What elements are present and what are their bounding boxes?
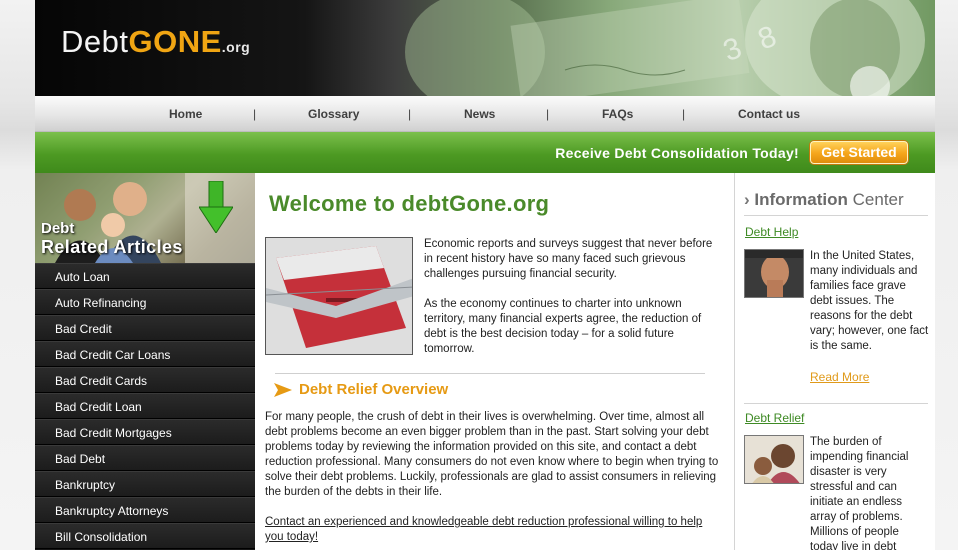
debt-relief-text: The burden of impending financial disast… bbox=[810, 436, 909, 550]
read-more-link[interactable]: Read More bbox=[810, 370, 869, 384]
contact-professional-link[interactable]: Contact an experienced and knowledgeable… bbox=[265, 515, 723, 545]
section-divider bbox=[275, 373, 705, 374]
sidebar-item-bad-credit-mortgages[interactable]: Bad Credit Mortgages bbox=[35, 419, 255, 445]
sidebar-item-bill-consolidation[interactable]: Bill Consolidation bbox=[35, 523, 255, 549]
sidebar-title-line1: Debt bbox=[41, 220, 75, 237]
sidebar-item-bad-debt[interactable]: Bad Debt bbox=[35, 445, 255, 471]
sidebar-item-auto-refinancing[interactable]: Auto Refinancing bbox=[35, 289, 255, 315]
site-logo[interactable]: DebtGONE.org bbox=[61, 24, 250, 60]
debt-help-link[interactable]: Debt Help bbox=[745, 225, 798, 239]
money-banner-image: 3 8 bbox=[405, 0, 925, 96]
nav-separator: | bbox=[546, 107, 550, 121]
down-arrow-icon bbox=[199, 181, 233, 233]
nav-contact-us[interactable]: Contact us bbox=[738, 107, 800, 121]
information-center: › Information Center Debt Help In the Un… bbox=[736, 173, 935, 550]
intro-paragraph-2: As the economy continues to charter into… bbox=[424, 298, 702, 355]
family-photo-banner: Debt Related Articles bbox=[35, 173, 255, 263]
credit-card-cut-image bbox=[265, 237, 413, 355]
information-center-title: › Information Center bbox=[744, 190, 904, 210]
nav-separator: | bbox=[408, 107, 412, 121]
nav-separator: | bbox=[682, 107, 686, 121]
sidebar-item-bad-credit-car-loans[interactable]: Bad Credit Car Loans bbox=[35, 341, 255, 367]
sidebar-item-bankruptcy-attorneys[interactable]: Bankruptcy Attorneys bbox=[35, 497, 255, 523]
sidebar-item-bad-credit-loan[interactable]: Bad Credit Loan bbox=[35, 393, 255, 419]
sidebar-item-bad-credit-cards[interactable]: Bad Credit Cards bbox=[35, 367, 255, 393]
intro-text: Economic reports and surveys suggest tha… bbox=[424, 237, 714, 357]
sidebar-item-auto-loan[interactable]: Auto Loan bbox=[35, 263, 255, 289]
nav-separator: | bbox=[253, 107, 257, 121]
consolidation-banner: Receive Debt Consolidation Today! Get St… bbox=[35, 132, 935, 173]
banner-text: Receive Debt Consolidation Today! bbox=[555, 145, 799, 161]
nav-glossary[interactable]: Glossary bbox=[308, 107, 359, 121]
page: 3 8 DebtGONE.org Home | Glossary | News … bbox=[35, 0, 935, 550]
nav-home[interactable]: Home bbox=[169, 107, 202, 121]
credit-card-illustration bbox=[266, 238, 412, 354]
debt-relief-link[interactable]: Debt Relief bbox=[745, 411, 804, 425]
main-nav: Home | Glossary | News | FAQs | Contact … bbox=[35, 96, 935, 132]
main-content: Welcome to debtGone.org Economic reports… bbox=[255, 173, 735, 550]
stressed-man-image bbox=[745, 250, 803, 297]
related-articles-sidebar: Debt Related Articles Auto Loan Auto Ref… bbox=[35, 173, 255, 550]
section-title-debt-relief-overview: Debt Relief Overview bbox=[299, 381, 449, 398]
logo-part-debt: Debt bbox=[61, 24, 129, 59]
debt-help-text: In the United States, many individuals a… bbox=[810, 250, 929, 352]
debt-relief-body: For many people, the crush of debt in th… bbox=[265, 411, 719, 498]
chevron-right-icon: › bbox=[744, 190, 750, 209]
logo-part-gone: GONE bbox=[128, 24, 222, 59]
arrow-right-icon bbox=[274, 383, 292, 397]
site-header: 3 8 DebtGONE.org bbox=[35, 0, 935, 96]
debt-help-thumbnail[interactable] bbox=[744, 249, 804, 298]
sidebar-title: Debt Related Articles bbox=[41, 219, 183, 257]
logo-part-org: .org bbox=[221, 39, 251, 55]
page-title: Welcome to debtGone.org bbox=[269, 191, 550, 216]
info-divider bbox=[744, 403, 928, 404]
get-started-button[interactable]: Get Started bbox=[810, 141, 908, 164]
sidebar-title-line2: Related Articles bbox=[41, 237, 183, 257]
info-divider bbox=[744, 215, 928, 216]
info-title-light: Center bbox=[852, 190, 904, 209]
article-list: Auto Loan Auto Refinancing Bad Credit Ba… bbox=[35, 263, 255, 549]
sidebar-item-bankruptcy[interactable]: Bankruptcy bbox=[35, 471, 255, 497]
sidebar-item-bad-credit[interactable]: Bad Credit bbox=[35, 315, 255, 341]
nav-news[interactable]: News bbox=[464, 107, 495, 121]
debt-relief-thumbnail[interactable] bbox=[744, 435, 804, 484]
intro-paragraph-1: Economic reports and surveys suggest tha… bbox=[424, 238, 713, 280]
info-title-bold: Information bbox=[754, 190, 848, 209]
mother-child-image bbox=[745, 436, 803, 483]
nav-faqs[interactable]: FAQs bbox=[602, 107, 633, 121]
